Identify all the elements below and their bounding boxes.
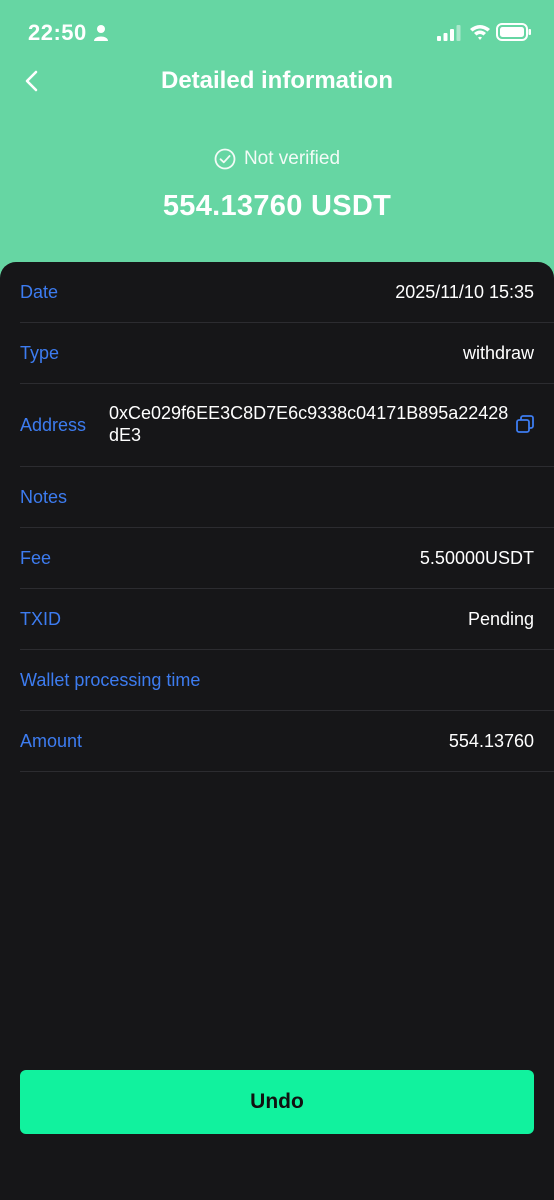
detail-row-processing-time: Wallet processing time — [20, 650, 554, 711]
detail-value-type: withdraw — [462, 342, 534, 363]
detail-row-address: Address 0xCe029f6EE3C8D7E6c9338c04171B89… — [20, 384, 554, 467]
detail-row-date: Date 2025/11/10 15:35 — [20, 262, 554, 323]
detail-label-fee: Fee — [20, 547, 52, 568]
verification-status-text: Not verified — [243, 148, 341, 169]
check-circle-icon — [214, 148, 236, 170]
detail-value-amount: 554.13760 — [448, 730, 534, 751]
detail-row-notes: Notes — [20, 467, 554, 528]
wifi-icon — [470, 25, 490, 40]
detail-value-fee: 5.50000USDT — [419, 547, 534, 568]
detail-row-txid: TXID Pending — [20, 589, 554, 650]
detail-label-type: Type — [20, 342, 60, 363]
detail-value-txid: Pending — [467, 608, 534, 629]
cellular-signal-icon — [437, 25, 461, 41]
detail-label-processing-time: Wallet processing time — [20, 669, 201, 690]
undo-button[interactable]: Undo — [20, 1070, 534, 1134]
detail-row-type: Type withdraw — [20, 323, 554, 384]
detail-label-notes: Notes — [20, 486, 68, 507]
detail-label-amount: Amount — [20, 730, 83, 751]
page-title: Detailed information — [160, 67, 394, 94]
detail-value-address: 0xCe029f6EE3C8D7E6c9338c04171B895a22428d… — [109, 403, 509, 445]
details-sheet: Date 2025/11/10 15:35 Type withdraw Addr… — [0, 262, 554, 1200]
detail-value-date: 2025/11/10 15:35 — [395, 281, 534, 302]
detail-label-date: Date — [20, 281, 59, 302]
detail-label-address: Address — [20, 414, 87, 435]
header-area: 22:50 Detailed information Not verified … — [0, 0, 554, 300]
detail-label-txid: TXID — [20, 608, 62, 629]
battery-icon — [496, 23, 531, 41]
person-icon — [94, 25, 108, 41]
detail-row-fee: Fee 5.50000USDT — [20, 528, 554, 589]
verification-status: Not verified — [0, 148, 554, 170]
detail-row-amount: Amount 554.13760 — [20, 711, 554, 772]
status-time: 22:50 — [28, 20, 87, 45]
status-bar: 22:50 — [0, 0, 554, 66]
copy-icon[interactable] — [516, 415, 534, 433]
total-amount: 554.13760 USDT — [162, 190, 392, 222]
